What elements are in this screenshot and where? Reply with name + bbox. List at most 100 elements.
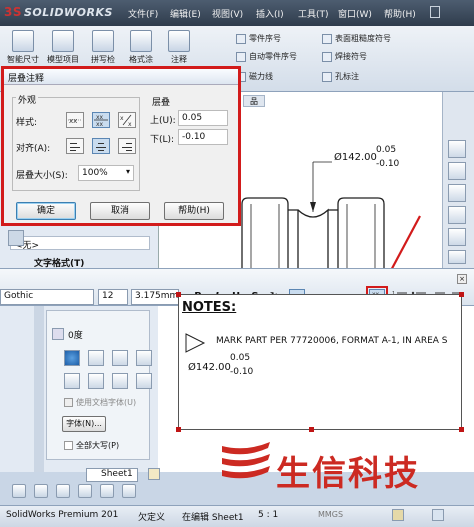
- check-symbol-icon[interactable]: [112, 373, 128, 389]
- font-button[interactable]: 字体(N)...: [62, 416, 106, 432]
- rebuild-icon[interactable]: [392, 509, 404, 521]
- solidworks-logo[interactable]: 3S SOLIDWORKS: [4, 5, 113, 19]
- resize-handle-bottom[interactable]: [309, 427, 314, 432]
- font-select[interactable]: Gothic: [0, 289, 94, 305]
- auto-balloon-button[interactable]: 自动零件序号: [236, 51, 297, 62]
- sheet-tab-sheet1[interactable]: Sheet1: [86, 468, 138, 482]
- status-icon-3[interactable]: [56, 484, 70, 498]
- align-right-icon[interactable]: [118, 138, 136, 154]
- stack-size-label: 层叠大小(S):: [16, 171, 68, 181]
- use-doc-font-checkbox[interactable]: [64, 398, 73, 407]
- surface-finish-icon: [322, 33, 332, 44]
- align-left-icon[interactable]: [66, 138, 84, 154]
- close-icon[interactable]: ×: [457, 274, 467, 284]
- magnetic-line-button[interactable]: 磁力线: [236, 71, 273, 82]
- hole-callout-icon: [322, 71, 332, 82]
- stack-size-select[interactable]: 100% ▾: [78, 165, 134, 181]
- status-icon-2[interactable]: [34, 484, 48, 498]
- resize-handle-br[interactable]: [459, 427, 464, 432]
- library-icon[interactable]: [448, 162, 466, 180]
- auto-balloon-icon: [236, 51, 246, 62]
- appearances-icon[interactable]: [448, 250, 466, 264]
- status-icon-1[interactable]: [12, 484, 26, 498]
- link-icon[interactable]: [64, 350, 80, 366]
- resize-handle-tl[interactable]: [176, 292, 181, 297]
- appearance-label: 外观: [16, 93, 39, 106]
- hole-callout-button[interactable]: 孔标注: [322, 71, 359, 82]
- notes-heading: NOTES:: [182, 300, 237, 315]
- model-items-button[interactable]: 模型项目: [46, 30, 80, 65]
- pin-icon[interactable]: [430, 6, 440, 18]
- upper-input[interactable]: 0.05: [178, 110, 228, 126]
- watermark-text: 生信科技: [276, 454, 420, 494]
- hole-tool-icon[interactable]: [88, 350, 104, 366]
- ok-button[interactable]: 确定: [16, 202, 76, 220]
- status-icon-5[interactable]: [100, 484, 114, 498]
- menu-tools[interactable]: 工具(T): [298, 7, 329, 20]
- weld-insert-icon[interactable]: [136, 373, 152, 389]
- panel-scroll-strip[interactable]: [34, 306, 44, 472]
- cancel-button[interactable]: 取消: [90, 202, 150, 220]
- spell-check-icon: [92, 30, 114, 52]
- drawing-dim-value[interactable]: Ø142.00: [334, 152, 377, 163]
- smart-dimension-button[interactable]: 智能尺寸: [6, 30, 40, 65]
- style-diagonal-icon[interactable]: xx: [118, 112, 136, 128]
- weld-symbol-button[interactable]: 焊接符号: [322, 51, 367, 62]
- svg-text:x: x: [120, 115, 124, 122]
- smart-dimension-label: 智能尺寸: [7, 55, 39, 64]
- font-size-select[interactable]: 12: [98, 289, 128, 305]
- leader-arrow: [310, 202, 316, 212]
- menu-file[interactable]: 文件(F): [128, 7, 158, 20]
- font-height-input[interactable]: 3.175mm: [131, 289, 179, 305]
- format-painter-button[interactable]: 格式涂: [124, 30, 158, 65]
- style-label: 样式:: [16, 118, 38, 128]
- menu-edit[interactable]: 编辑(E): [170, 7, 201, 20]
- stack-label: 层叠: [152, 98, 171, 108]
- menu-help[interactable]: 帮助(H): [384, 7, 416, 20]
- surface-finish-insert-icon[interactable]: [88, 373, 104, 389]
- resize-handle-tr[interactable]: [459, 292, 464, 297]
- stack-size-value: 100%: [82, 168, 108, 178]
- part-right-lobe: [337, 197, 385, 268]
- home-icon[interactable]: [448, 140, 466, 158]
- angle-value[interactable]: 0度: [68, 328, 83, 341]
- file-explorer-icon[interactable]: [448, 184, 466, 202]
- layer-select[interactable]: <无>: [10, 236, 150, 251]
- note-button[interactable]: 注释: [162, 30, 196, 65]
- resize-handle-bl[interactable]: [176, 427, 181, 432]
- view-palette-icon[interactable]: [448, 228, 466, 246]
- lower-input[interactable]: -0.10: [178, 129, 228, 145]
- ds-logo-icon: 3S: [4, 5, 22, 19]
- spell-check-button[interactable]: 拼写检: [86, 30, 120, 65]
- upper-label: 上(U):: [150, 116, 176, 126]
- menu-view[interactable]: 视图(V): [212, 7, 243, 20]
- status-units[interactable]: MMGS: [318, 510, 343, 519]
- hole-callout-label: 孔标注: [335, 72, 359, 81]
- add-symbol-icon[interactable]: [112, 350, 128, 366]
- layer-icon[interactable]: [8, 230, 24, 246]
- datum-icon[interactable]: [64, 373, 80, 389]
- add-sheet-icon[interactable]: [148, 468, 160, 480]
- menu-window[interactable]: 窗口(W): [338, 7, 372, 20]
- help-button[interactable]: 帮助(H): [164, 202, 224, 220]
- style-stack-icon[interactable]: xx: [66, 112, 84, 128]
- help-icon[interactable]: [432, 509, 444, 521]
- balloon-button[interactable]: 零件序号: [236, 33, 281, 44]
- folder-icon[interactable]: [448, 206, 466, 224]
- style-stack-line-icon[interactable]: xx xx: [92, 112, 110, 128]
- menu-insert[interactable]: 插入(I): [256, 7, 284, 20]
- status-icon-6[interactable]: [122, 484, 136, 498]
- dialog-title: 层叠注释: [4, 69, 238, 85]
- all-caps-checkbox[interactable]: [64, 441, 73, 450]
- gtol-icon[interactable]: [136, 350, 152, 366]
- lower-label: 下(L):: [150, 135, 175, 145]
- align-center-icon[interactable]: [92, 138, 110, 154]
- surface-finish-button[interactable]: 表面粗糙度符号: [322, 33, 391, 44]
- stack-note-dialog: 层叠注释 外观 样式: xx xx xx xx 对齐(A): 层叠大小(S): 1…: [1, 66, 241, 226]
- balloon-label: 零件序号: [249, 34, 281, 43]
- weld-symbol-icon: [322, 51, 332, 62]
- flag-icon: [185, 333, 206, 353]
- align-label: 对齐(A):: [16, 144, 51, 154]
- magnetic-line-label: 磁力线: [249, 72, 273, 81]
- status-icon-4[interactable]: [78, 484, 92, 498]
